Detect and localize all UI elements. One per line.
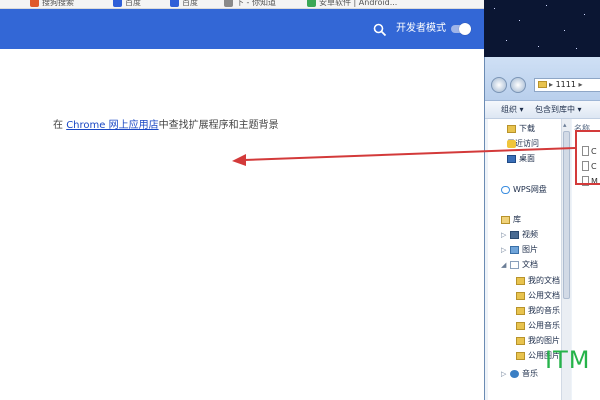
annotation-arrow <box>232 147 576 166</box>
